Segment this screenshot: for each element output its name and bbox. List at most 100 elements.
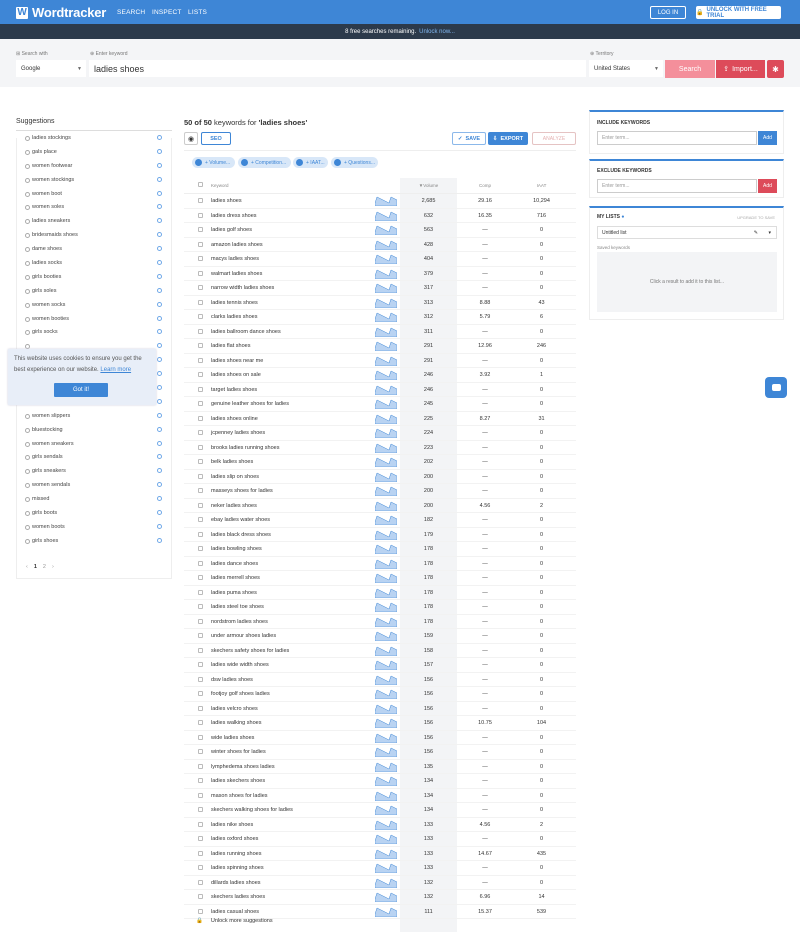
chevron-down-icon[interactable]: ▾ (768, 230, 771, 236)
unlock-now-link[interactable]: Unlock now... (419, 29, 455, 35)
add-circle-icon[interactable] (157, 260, 162, 266)
row-keyword[interactable]: narrow width ladies shoes (211, 281, 274, 295)
add-circle-icon[interactable] (157, 398, 162, 404)
cookie-accept-button[interactable]: Got it! (54, 383, 108, 397)
row-checkbox[interactable] (198, 459, 203, 464)
table-row[interactable]: nordstrom ladies shoes 178 — 0 (184, 615, 576, 629)
suggestion-item[interactable]: girls socks (16, 325, 172, 339)
row-keyword[interactable]: ladies walking shoes (211, 716, 261, 730)
row-checkbox[interactable] (198, 299, 203, 305)
row-checkbox[interactable] (198, 676, 203, 682)
suggestion-item[interactable]: ladies socks (16, 256, 172, 270)
add-circle-icon[interactable] (157, 454, 162, 460)
pager-next[interactable]: › (52, 564, 54, 570)
row-keyword[interactable]: dsw ladies shoes (211, 673, 253, 687)
table-row[interactable]: ladies velcro shoes 156 — 0 (184, 702, 576, 716)
suggestion-item[interactable]: gals place (16, 145, 172, 159)
suggestion-item[interactable]: girls shoes (16, 534, 172, 548)
add-circle-icon[interactable] (157, 273, 162, 279)
row-keyword[interactable]: ladies velcro shoes (211, 702, 258, 716)
exclude-add-button[interactable]: Add (758, 179, 777, 193)
row-checkbox[interactable] (198, 285, 203, 290)
save-button[interactable]: ✓ SAVE (452, 132, 486, 145)
row-keyword[interactable]: masseys shoes for ladies (211, 484, 273, 498)
row-keyword[interactable]: amazon ladies shoes (211, 238, 263, 252)
row-keyword[interactable]: neker ladies shoes (211, 499, 257, 513)
add-circle-icon[interactable] (157, 148, 162, 154)
row-keyword[interactable]: ladies black dress shoes (211, 528, 271, 542)
row-checkbox[interactable] (198, 850, 203, 856)
suggestion-item[interactable]: women boots (16, 520, 172, 534)
row-checkbox[interactable] (198, 894, 203, 899)
row-keyword[interactable]: winter shoes for ladies (211, 745, 266, 759)
row-keyword[interactable]: ladies spinning shoes (211, 861, 264, 875)
row-keyword[interactable]: belk ladies shoes (211, 455, 253, 469)
table-row[interactable]: ladies golf shoes 563 — 0 (184, 223, 576, 238)
nav-inspect[interactable]: INSPECT (152, 9, 182, 16)
row-checkbox[interactable] (198, 778, 203, 783)
table-row[interactable]: genuine leather shoes for ladies 245 — 0 (184, 397, 576, 412)
row-checkbox[interactable] (198, 227, 203, 232)
row-keyword[interactable]: ladies casual shoes (211, 905, 259, 919)
row-checkbox[interactable] (198, 618, 203, 624)
add-circle-icon[interactable] (157, 315, 162, 321)
table-row[interactable]: ladies merrell shoes 178 — 0 (184, 571, 576, 586)
suggestion-item[interactable]: women boot (16, 187, 172, 201)
col-iaat[interactable]: IAAT (519, 178, 564, 192)
add-circle-icon[interactable] (157, 385, 162, 391)
suggestion-item[interactable]: women sendals (16, 478, 172, 492)
learn-more-link[interactable]: Learn more (100, 367, 131, 373)
logo[interactable]: W Wordtracker (16, 5, 106, 20)
add-circle-icon[interactable] (157, 329, 162, 335)
row-keyword[interactable]: clarks ladies shoes (211, 310, 257, 324)
col-volume[interactable]: ▼ Volume (400, 178, 457, 192)
pencil-icon[interactable]: ✎ (754, 230, 758, 236)
seo-button[interactable]: SEO (201, 132, 231, 145)
add-circle-icon[interactable] (157, 412, 162, 418)
table-row[interactable]: ladies spinning shoes 133 — 0 (184, 861, 576, 876)
add-circle-icon[interactable] (157, 357, 162, 363)
table-row[interactable]: ladies tennis shoes 313 8.88 43 (184, 296, 576, 310)
row-keyword[interactable]: ladies shoes (211, 194, 242, 208)
add-circle-icon[interactable] (157, 162, 162, 168)
suggestion-item[interactable]: women stockings (16, 173, 172, 187)
table-row[interactable]: brooks ladies running shoes 223 — 0 (184, 441, 576, 455)
suggestion-item[interactable]: ladies sneakers (16, 214, 172, 228)
add-circle-icon[interactable] (157, 343, 162, 349)
row-keyword[interactable]: ladies oxford shoes (211, 832, 258, 846)
add-circle-icon[interactable] (157, 135, 162, 140)
table-row[interactable]: ladies running shoes 133 14.67 435 (184, 847, 576, 861)
include-term-input[interactable]: Enter term... (597, 131, 757, 145)
row-checkbox[interactable] (198, 763, 203, 769)
row-checkbox[interactable] (198, 270, 203, 276)
row-checkbox[interactable] (198, 575, 203, 580)
table-row[interactable]: skechers safety shoes for ladies 158 — 0 (184, 644, 576, 658)
table-row[interactable]: macys ladies shoes 404 — 0 (184, 252, 576, 267)
table-row[interactable]: footjoy golf shoes ladies 156 — 0 (184, 687, 576, 702)
row-checkbox[interactable] (198, 357, 203, 363)
suggestion-item[interactable]: ladies stockings (16, 131, 172, 145)
add-circle-icon[interactable] (157, 204, 162, 210)
row-checkbox[interactable] (198, 705, 203, 711)
suggestion-item[interactable]: women footwear (16, 159, 172, 173)
add-circle-icon[interactable] (157, 523, 162, 529)
row-keyword[interactable]: mason shoes for ladies (211, 789, 268, 803)
row-keyword[interactable]: nordstrom ladies shoes (211, 615, 268, 629)
row-checkbox[interactable] (198, 430, 203, 435)
row-checkbox[interactable] (198, 647, 203, 653)
row-checkbox[interactable] (198, 865, 203, 870)
suggestion-item[interactable]: girls sendals (16, 450, 172, 464)
row-keyword[interactable]: target ladies shoes (211, 383, 257, 397)
row-checkbox[interactable] (198, 517, 203, 522)
row-checkbox[interactable] (198, 560, 203, 566)
row-checkbox[interactable] (198, 241, 203, 247)
suggestion-item[interactable]: dame shoes (16, 242, 172, 256)
row-keyword[interactable]: footjoy golf shoes ladies (211, 687, 270, 701)
table-row[interactable]: narrow width ladies shoes 317 — 0 (184, 281, 576, 296)
row-checkbox[interactable] (198, 604, 203, 609)
table-row[interactable]: ladies casual shoes 111 15.37 539 (184, 905, 576, 919)
table-row[interactable]: ladies shoes 2,685 29.16 10,294 (184, 194, 576, 209)
exclude-term-input[interactable]: Enter term... (597, 179, 757, 193)
table-row[interactable]: ladies dress shoes 632 16.35 716 (184, 209, 576, 223)
row-keyword[interactable]: ladies shoes online (211, 412, 258, 426)
